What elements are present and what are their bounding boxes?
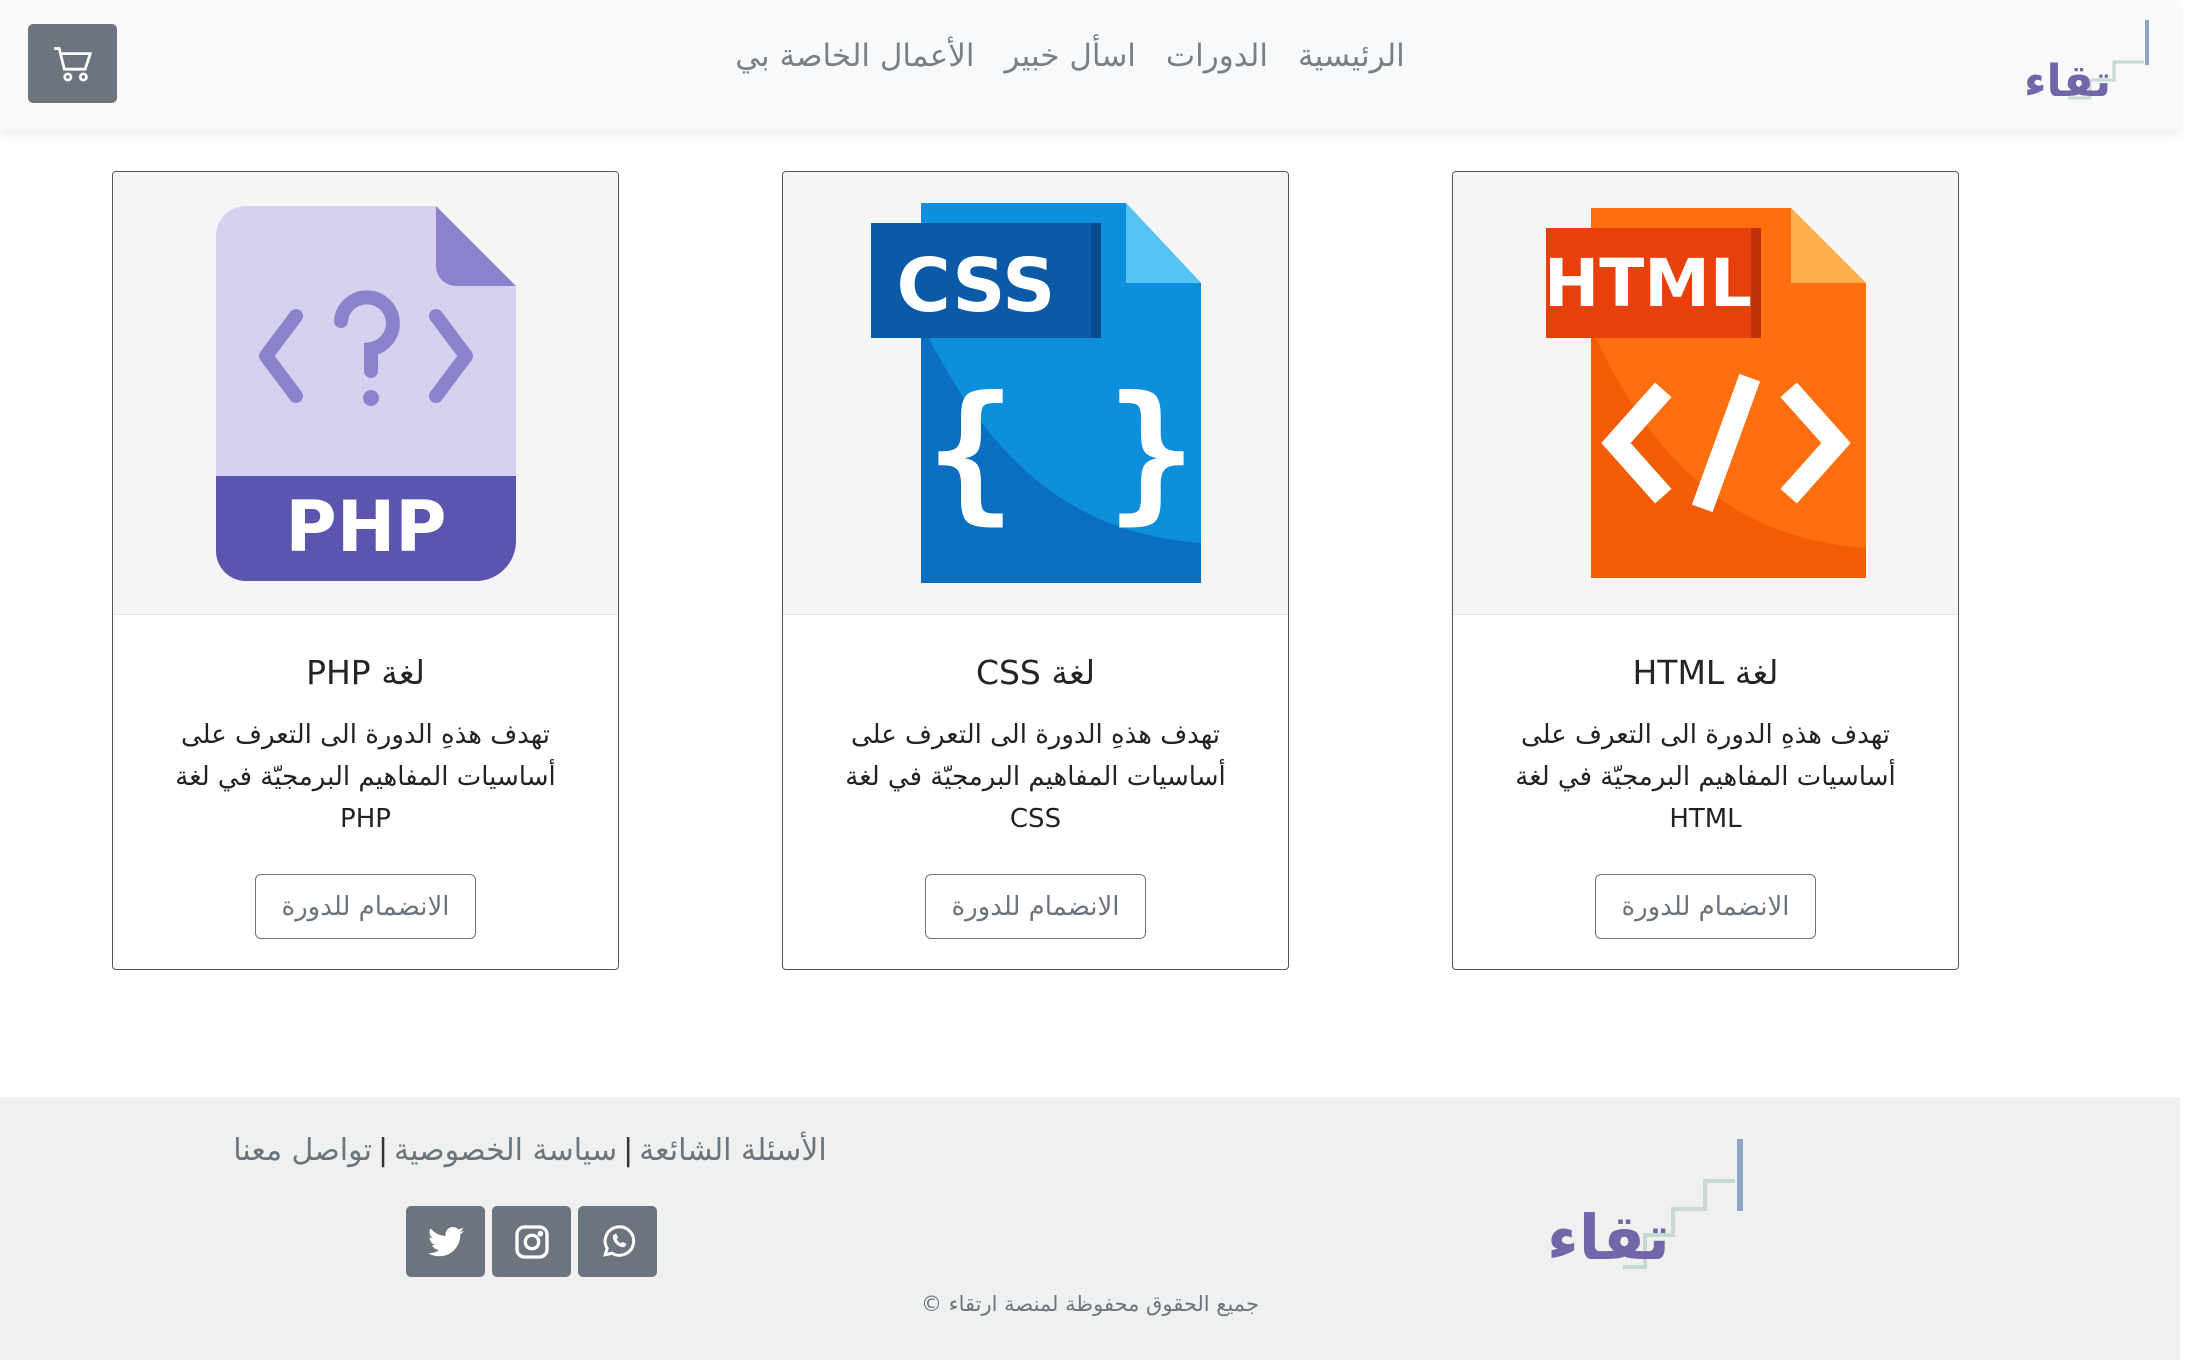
course-card-php: PHP لغة PHP تهدف هذهِ الدورة الى التعرف … — [112, 171, 619, 970]
footer-logo: تقاء — [1547, 1139, 1743, 1272]
nav-home[interactable]: الرئيسية — [1298, 38, 1405, 74]
instagram-icon — [514, 1224, 549, 1259]
join-course-button[interactable]: الانضمام للدورة — [925, 874, 1146, 939]
footer: الأسئلة الشائعة|سياسة الخصوصية|تواصل معن… — [0, 1097, 2180, 1360]
privacy-link[interactable]: سياسة الخصوصية — [394, 1133, 617, 1168]
faq-link[interactable]: الأسئلة الشائعة — [639, 1133, 826, 1168]
twitter-button[interactable] — [406, 1206, 485, 1277]
css-badge: CSS — [896, 243, 1055, 329]
separator: | — [623, 1133, 634, 1168]
css-file-image: CSS { } — [783, 172, 1288, 615]
course-card-css: CSS { } لغة CSS تهدف هذهِ الدورة الى الت… — [782, 171, 1289, 970]
course-title: لغة HTML — [1632, 653, 1779, 692]
css-file-icon: CSS { } — [870, 203, 1201, 583]
php-file-image: PHP — [113, 172, 618, 615]
html-badge: HTML — [1546, 245, 1752, 322]
svg-text:تقاء: تقاء — [2024, 56, 2111, 102]
nav-ask-expert[interactable]: اسأل خبير — [1005, 38, 1136, 74]
html-file-icon: HTML — [1545, 208, 1866, 578]
cart-icon — [53, 46, 92, 81]
instagram-button[interactable] — [492, 1206, 571, 1277]
php-badge: PHP — [285, 486, 446, 568]
copyright: جميع الحقوق محفوظة لمنصة ارتقاء © — [921, 1292, 1259, 1316]
twitter-icon — [427, 1226, 464, 1256]
svg-text:تقاء: تقاء — [1547, 1201, 1670, 1272]
join-course-button[interactable]: الانضمام للدورة — [255, 874, 476, 939]
course-description: تهدف هذهِ الدورة الى التعرف على أساسيات … — [845, 720, 1226, 834]
join-course-button[interactable]: الانضمام للدورة — [1595, 874, 1816, 939]
course-card-html: HTML لغة HTML تهدف هذهِ الدورة الى التعر… — [1452, 171, 1959, 970]
contact-link[interactable]: تواصل معنا — [233, 1133, 372, 1168]
nav-my-works[interactable]: الأعمال الخاصة بي — [735, 38, 974, 74]
whatsapp-icon — [602, 1224, 635, 1257]
header: الرئيسية الدورات اسأل خبير الأعمال الخاص… — [0, 0, 2180, 130]
main-nav: الرئيسية الدورات اسأل خبير الأعمال الخاص… — [720, 38, 1420, 74]
course-description: تهدف هذهِ الدورة الى التعرف على أساسيات … — [1515, 720, 1896, 834]
cart-button[interactable] — [28, 24, 117, 103]
course-title: لغة PHP — [306, 653, 425, 692]
whatsapp-button[interactable] — [578, 1206, 657, 1277]
braces-glyph: { } — [925, 365, 1196, 539]
html-file-image: HTML — [1453, 172, 1958, 615]
nav-courses[interactable]: الدورات — [1166, 38, 1268, 74]
separator: | — [377, 1133, 389, 1168]
footer-links: الأسئلة الشائعة|سياسة الخصوصية|تواصل معن… — [200, 1133, 860, 1168]
php-file-icon: PHP — [215, 205, 516, 581]
course-title: لغة CSS — [975, 653, 1096, 692]
course-description: تهدف هذهِ الدورة الى التعرف على أساسيات … — [175, 720, 556, 834]
logo[interactable]: تقاء — [2020, 18, 2155, 102]
